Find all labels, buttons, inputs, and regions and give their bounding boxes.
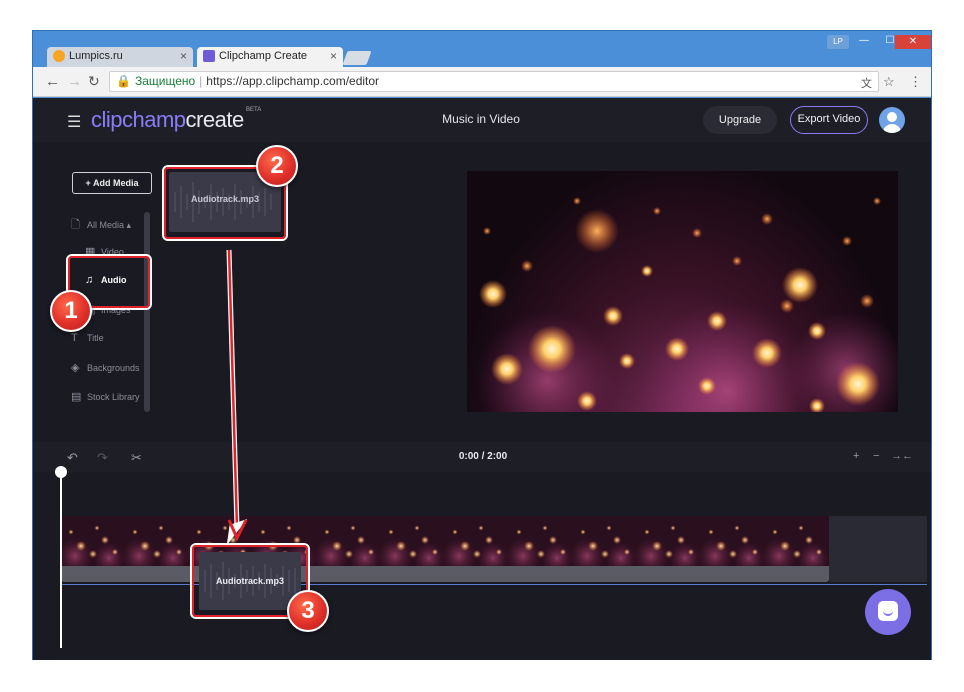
step-1-badge: 1 <box>50 290 92 332</box>
step-2-badge: 2 <box>256 145 298 187</box>
step-3-badge: 3 <box>287 590 329 632</box>
drag-arrow <box>226 249 248 546</box>
